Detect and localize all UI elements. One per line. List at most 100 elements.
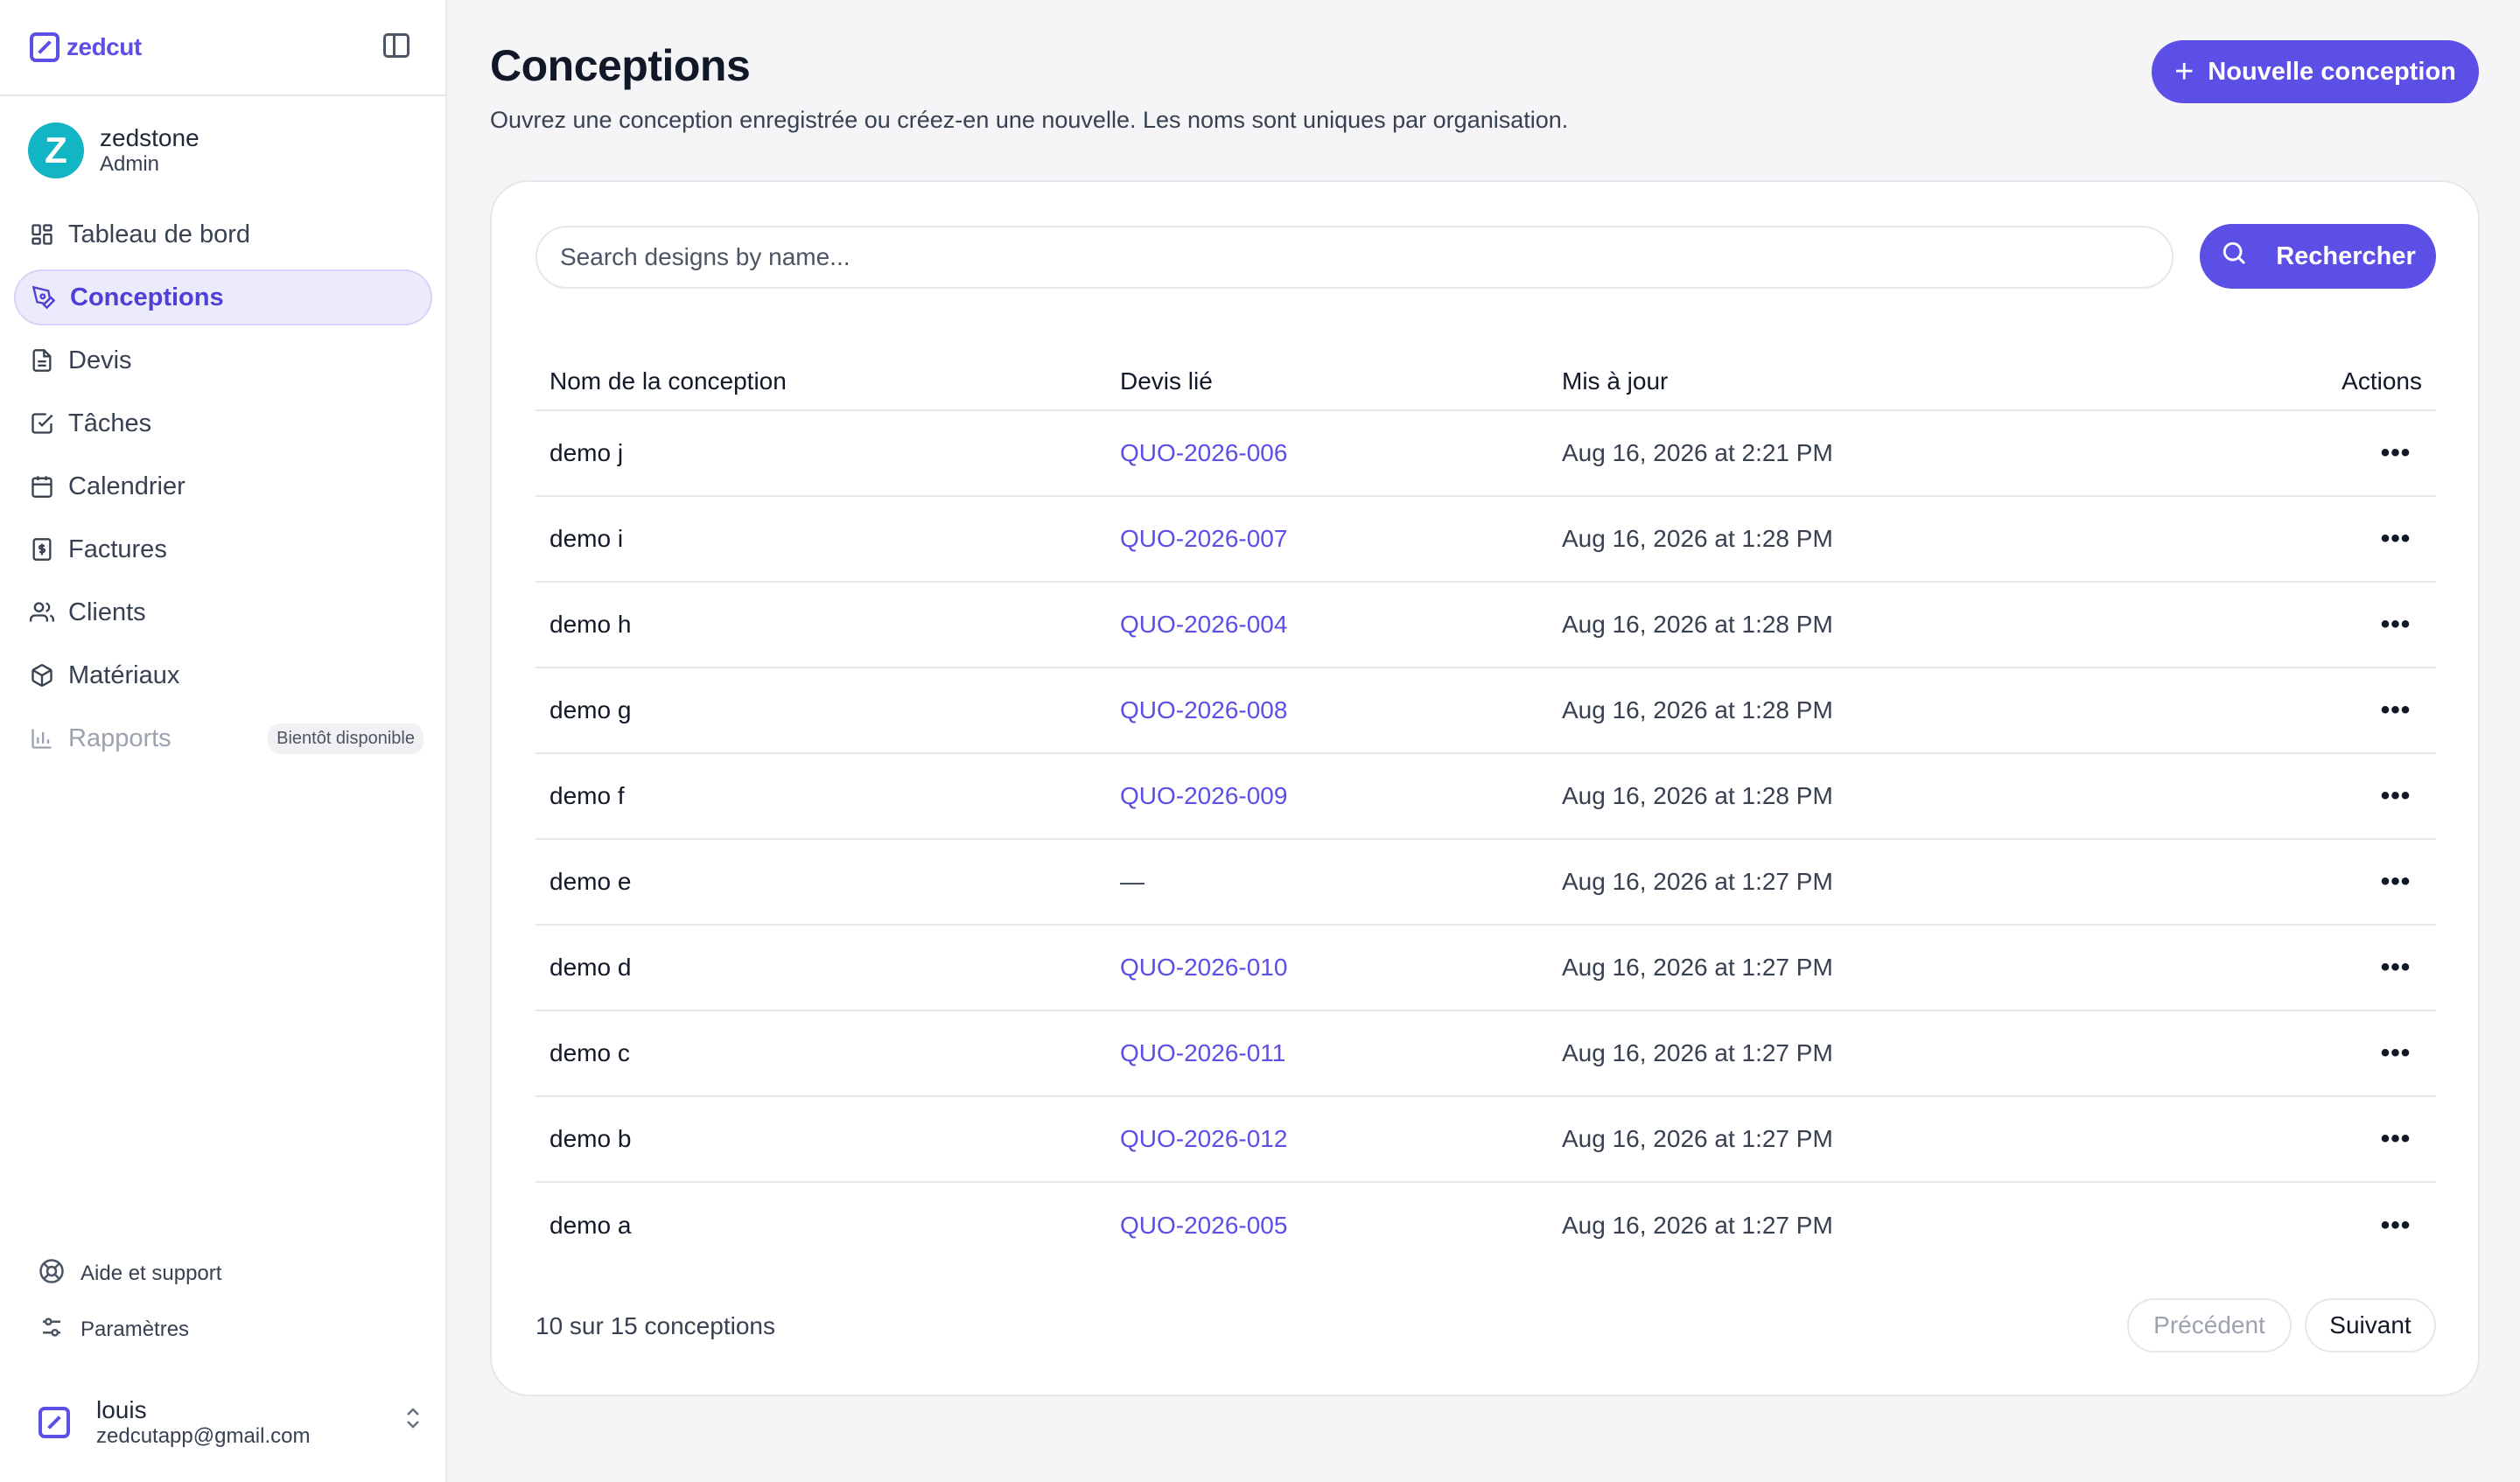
linked-quote-link[interactable]: QUO-2026-005 (1120, 1212, 1287, 1239)
linked-quote-link[interactable]: QUO-2026-010 (1120, 954, 1287, 981)
linked-quote-link[interactable]: QUO-2026-012 (1120, 1125, 1287, 1152)
updated-at: Aug 16, 2026 at 1:27 PM (1562, 1125, 1833, 1152)
org-avatar: Z (28, 122, 84, 178)
more-actions-icon[interactable]: ••• (2370, 1211, 2422, 1241)
sidebar-item-conceptions[interactable]: Conceptions (14, 269, 432, 325)
more-actions-icon[interactable]: ••• (2370, 696, 2422, 725)
design-name[interactable]: demo g (536, 696, 1120, 724)
column-header-quote: Devis lié (1120, 367, 1213, 395)
sidebar-item-calendrier[interactable]: Calendrier (14, 458, 432, 514)
users-icon (30, 600, 54, 625)
table-row[interactable]: demo i QUO-2026-007 Aug 16, 2026 at 1:28… (536, 497, 2436, 583)
search-icon (2220, 239, 2248, 274)
checkbox-icon (30, 411, 54, 436)
next-page-button[interactable]: Suivant (2305, 1298, 2436, 1353)
updated-at: Aug 16, 2026 at 1:27 PM (1562, 1039, 1833, 1066)
table-row[interactable]: demo h QUO-2026-004 Aug 16, 2026 at 1:28… (536, 583, 2436, 668)
brand-name: zedcut (66, 33, 142, 60)
table-row[interactable]: demo f QUO-2026-009 Aug 16, 2026 at 1:28… (536, 754, 2436, 840)
more-actions-icon[interactable]: ••• (2370, 610, 2422, 640)
updated-at: Aug 16, 2026 at 1:28 PM (1562, 782, 1833, 809)
settings-label: Paramètres (80, 1318, 190, 1341)
sidebar-item-factures[interactable]: Factures (14, 521, 432, 577)
new-design-label: Nouvelle conception (2208, 57, 2456, 86)
linked-quote-link[interactable]: QUO-2026-007 (1120, 525, 1287, 552)
updated-at: Aug 16, 2026 at 1:27 PM (1562, 1212, 1833, 1239)
more-actions-icon[interactable]: ••• (2370, 1124, 2422, 1154)
pen-tool-icon (32, 285, 56, 310)
divider (0, 94, 447, 96)
table-row[interactable]: demo j QUO-2026-006 Aug 16, 2026 at 2:21… (536, 411, 2436, 497)
design-name[interactable]: demo e (536, 868, 1120, 896)
updated-at: Aug 16, 2026 at 1:27 PM (1562, 868, 1833, 895)
updated-at: Aug 16, 2026 at 2:21 PM (1562, 439, 1833, 466)
design-name[interactable]: demo a (536, 1212, 1120, 1240)
sidebar-item-materiaux[interactable]: Matériaux (14, 647, 432, 703)
design-name[interactable]: demo f (536, 782, 1120, 810)
design-name[interactable]: demo j (536, 439, 1120, 467)
sidebar: zedcut Z zedstone Admin Tableau de bord … (0, 0, 447, 1482)
linked-quote-link[interactable]: QUO-2026-006 (1120, 439, 1287, 466)
zedcut-logo-icon (30, 32, 60, 62)
linked-quote-link[interactable]: QUO-2026-009 (1120, 782, 1287, 809)
sidebar-item-label: Factures (68, 535, 167, 563)
org-switcher[interactable]: Z zedstone Admin (28, 122, 200, 178)
table-row[interactable]: demo g QUO-2026-008 Aug 16, 2026 at 1:28… (536, 668, 2436, 754)
settings-link[interactable]: Paramètres (38, 1312, 221, 1347)
help-support-label: Aide et support (80, 1262, 222, 1285)
designs-table: Nom de la conception Devis lié Mis à jou… (536, 353, 2436, 1269)
designs-card: Rechercher Nom de la conception Devis li… (490, 180, 2480, 1396)
table-row[interactable]: demo e — Aug 16, 2026 at 1:27 PM ••• (536, 840, 2436, 926)
sidebar-item-label: Tâches (68, 409, 152, 437)
more-actions-icon[interactable]: ••• (2370, 867, 2422, 897)
sidebar-item-label: Matériaux (68, 661, 180, 689)
design-name[interactable]: demo d (536, 954, 1120, 982)
table-header: Nom de la conception Devis lié Mis à jou… (536, 353, 2436, 411)
linked-quote-link[interactable]: QUO-2026-008 (1120, 696, 1287, 724)
column-header-updated: Mis à jour (1562, 367, 1669, 395)
new-design-button[interactable]: + Nouvelle conception (2152, 40, 2479, 103)
sidebar-toggle-icon[interactable] (383, 33, 410, 58)
brand[interactable]: zedcut (30, 30, 142, 65)
previous-page-button: Précédent (2127, 1298, 2292, 1353)
more-actions-icon[interactable]: ••• (2370, 524, 2422, 554)
table-row[interactable]: demo b QUO-2026-012 Aug 16, 2026 at 1:27… (536, 1097, 2436, 1183)
updated-at: Aug 16, 2026 at 1:27 PM (1562, 954, 1833, 981)
sidebar-footer-links: Aide et support Paramètres (38, 1256, 221, 1368)
sliders-icon (38, 1314, 65, 1346)
search-input[interactable] (536, 226, 2174, 289)
linked-quote-link[interactable]: QUO-2026-011 (1120, 1039, 1285, 1066)
lifebuoy-icon (38, 1258, 65, 1290)
table-row[interactable]: demo a QUO-2026-005 Aug 16, 2026 at 1:27… (536, 1183, 2436, 1269)
design-name[interactable]: demo i (536, 525, 1120, 553)
design-name[interactable]: demo c (536, 1039, 1120, 1067)
more-actions-icon[interactable]: ••• (2370, 438, 2422, 468)
table-row[interactable]: demo d QUO-2026-010 Aug 16, 2026 at 1:27… (536, 926, 2436, 1011)
search-button[interactable]: Rechercher (2200, 224, 2436, 289)
sidebar-item-label: Rapports (68, 724, 172, 752)
design-name[interactable]: demo h (536, 611, 1120, 639)
calendar-icon (30, 474, 54, 499)
sidebar-item-devis[interactable]: Devis (14, 332, 432, 388)
chevrons-up-down-icon[interactable] (402, 1405, 424, 1431)
sidebar-item-dashboard[interactable]: Tableau de bord (14, 206, 432, 262)
plus-icon: + (2174, 53, 2194, 90)
column-header-name: Nom de la conception (550, 367, 787, 395)
page-subtitle: Ouvrez une conception enregistrée ou cré… (490, 107, 1569, 133)
sidebar-item-clients[interactable]: Clients (14, 584, 432, 640)
table-row[interactable]: demo c QUO-2026-011 Aug 16, 2026 at 1:27… (536, 1011, 2436, 1097)
updated-at: Aug 16, 2026 at 1:28 PM (1562, 525, 1833, 552)
column-header-actions: Actions (2342, 367, 2422, 395)
more-actions-icon[interactable]: ••• (2370, 953, 2422, 982)
org-role: Admin (100, 152, 160, 176)
design-name[interactable]: demo b (536, 1125, 1120, 1153)
help-support-link[interactable]: Aide et support (38, 1256, 221, 1291)
user-menu[interactable]: louis zedcutapp@gmail.com (38, 1396, 424, 1449)
sidebar-item-taches[interactable]: Tâches (14, 395, 432, 451)
more-actions-icon[interactable]: ••• (2370, 781, 2422, 811)
bar-chart-icon (30, 726, 54, 751)
sidebar-item-label: Devis (68, 346, 132, 374)
linked-quote-link[interactable]: QUO-2026-004 (1120, 611, 1287, 638)
more-actions-icon[interactable]: ••• (2370, 1038, 2422, 1068)
zedcut-logo-icon (38, 1407, 70, 1438)
